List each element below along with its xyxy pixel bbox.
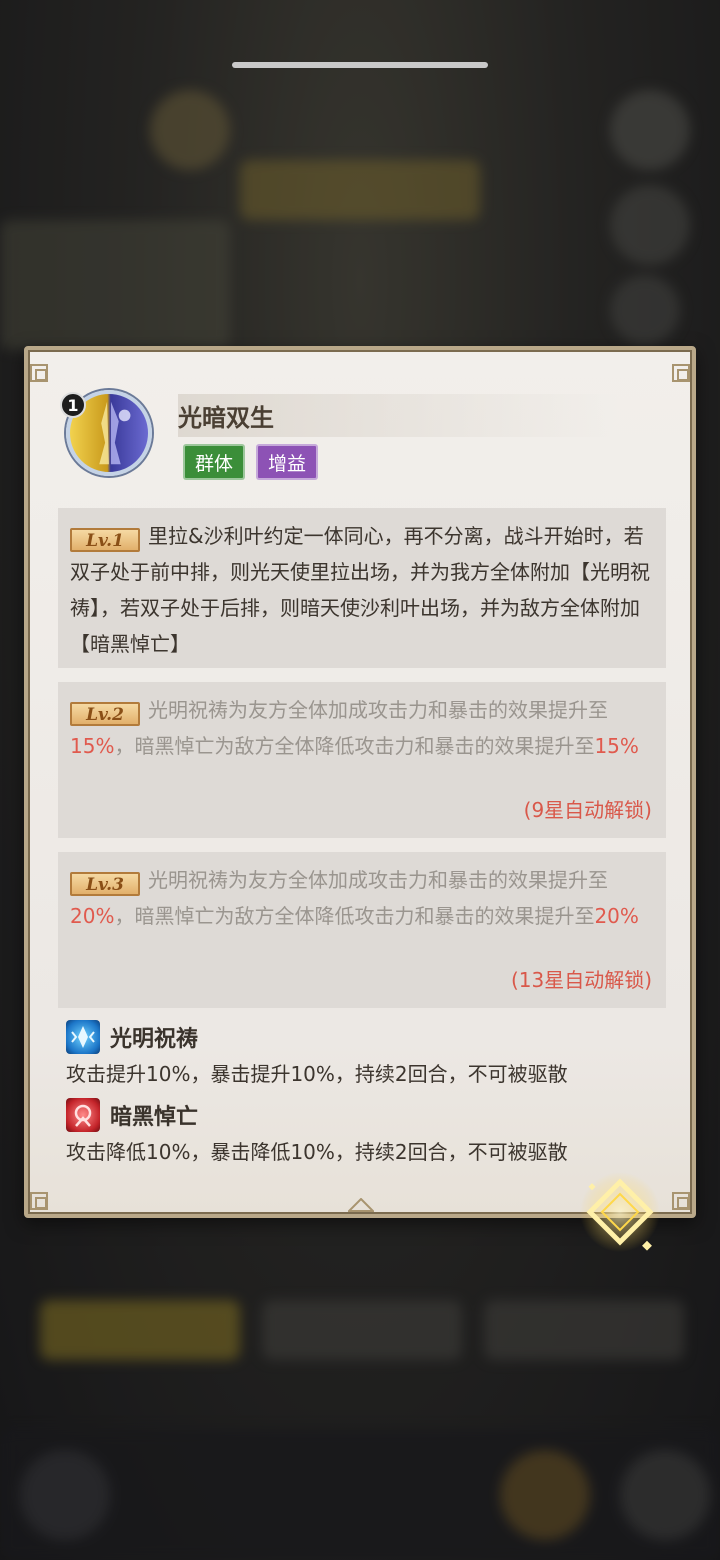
level-3-unlock-note: (13星自动解锁) bbox=[510, 968, 652, 992]
skill-index-badge: 1 bbox=[60, 392, 86, 418]
level-1-text: 里拉&沙利叶约定一体同心，再不分离，战斗开始时，若双子处于前中排，则光天使里拉出… bbox=[70, 524, 650, 656]
level-2-text-a: 光明祝祷为友方全体加成攻击力和暴击的效果提升至 bbox=[148, 698, 608, 722]
level-2-unlock-note: (9星自动解锁) bbox=[523, 798, 652, 822]
level-3-value-b: 20% bbox=[594, 904, 639, 928]
level-3-block: Lv.3 光明祝祷为友方全体加成攻击力和暴击的效果提升至 20%，暗黑悼亡为敌方全体… bbox=[58, 852, 666, 1008]
dark-mourning-icon bbox=[66, 1098, 100, 1132]
effect-description: 攻击降低10%，暴击降低10%，持续2回合，不可被驱散 bbox=[66, 1140, 568, 1164]
level-3-value-a: 20% bbox=[70, 904, 115, 928]
tag-group: 群体 bbox=[183, 444, 246, 480]
skill-detail-panel: 1 光暗双生 群体 增益 Lv.1 里拉&沙利叶约定一体同心，再不分离，战斗开始时… bbox=[24, 346, 696, 1218]
effect-name: 暗黑悼亡 bbox=[110, 1105, 199, 1130]
tag-buff: 增益 bbox=[256, 444, 319, 480]
effect-description: 攻击提升10%，暴击提升10%，持续2回合，不可被驱散 bbox=[66, 1062, 568, 1086]
level-3-text-b: ，暗黑悼亡为敌方全体降低攻击力和暴击的效果提升至 bbox=[114, 904, 595, 928]
level-2-text-b: ，暗黑悼亡为敌方全体降低攻击力和暴击的效果提升至 bbox=[114, 734, 595, 758]
level-2-value-a: 15% bbox=[70, 734, 115, 758]
bottom-ornament bbox=[348, 1198, 374, 1212]
corner-ornament bbox=[30, 364, 48, 382]
level-3-text-a: 光明祝祷为友方全体加成攻击力和暴击的效果提升至 bbox=[148, 868, 608, 892]
effect-light-blessing: 光明祝祷 bbox=[66, 1020, 198, 1054]
level-2-value-b: 15% bbox=[594, 734, 639, 758]
drag-handle[interactable] bbox=[232, 62, 488, 68]
level-badge: Lv.1 bbox=[70, 528, 140, 552]
level-badge: Lv.2 bbox=[70, 702, 140, 726]
level-badge: Lv.3 bbox=[70, 872, 140, 896]
skill-title: 光暗双生 bbox=[178, 394, 618, 437]
sparkle-diamond-icon bbox=[580, 1172, 660, 1252]
effect-name: 光明祝祷 bbox=[110, 1027, 199, 1052]
level-2-block: Lv.2 光明祝祷为友方全体加成攻击力和暴击的效果提升至 15%，暗黑悼亡为敌方全体… bbox=[58, 682, 666, 838]
level-1-block: Lv.1 里拉&沙利叶约定一体同心，再不分离，战斗开始时，若双子处于前中排，则光天… bbox=[58, 508, 666, 668]
corner-ornament bbox=[672, 1192, 690, 1210]
effect-dark-mourning: 暗黑悼亡 bbox=[66, 1098, 198, 1132]
corner-ornament bbox=[672, 364, 690, 382]
light-blessing-icon bbox=[66, 1020, 100, 1054]
corner-ornament bbox=[30, 1192, 48, 1210]
